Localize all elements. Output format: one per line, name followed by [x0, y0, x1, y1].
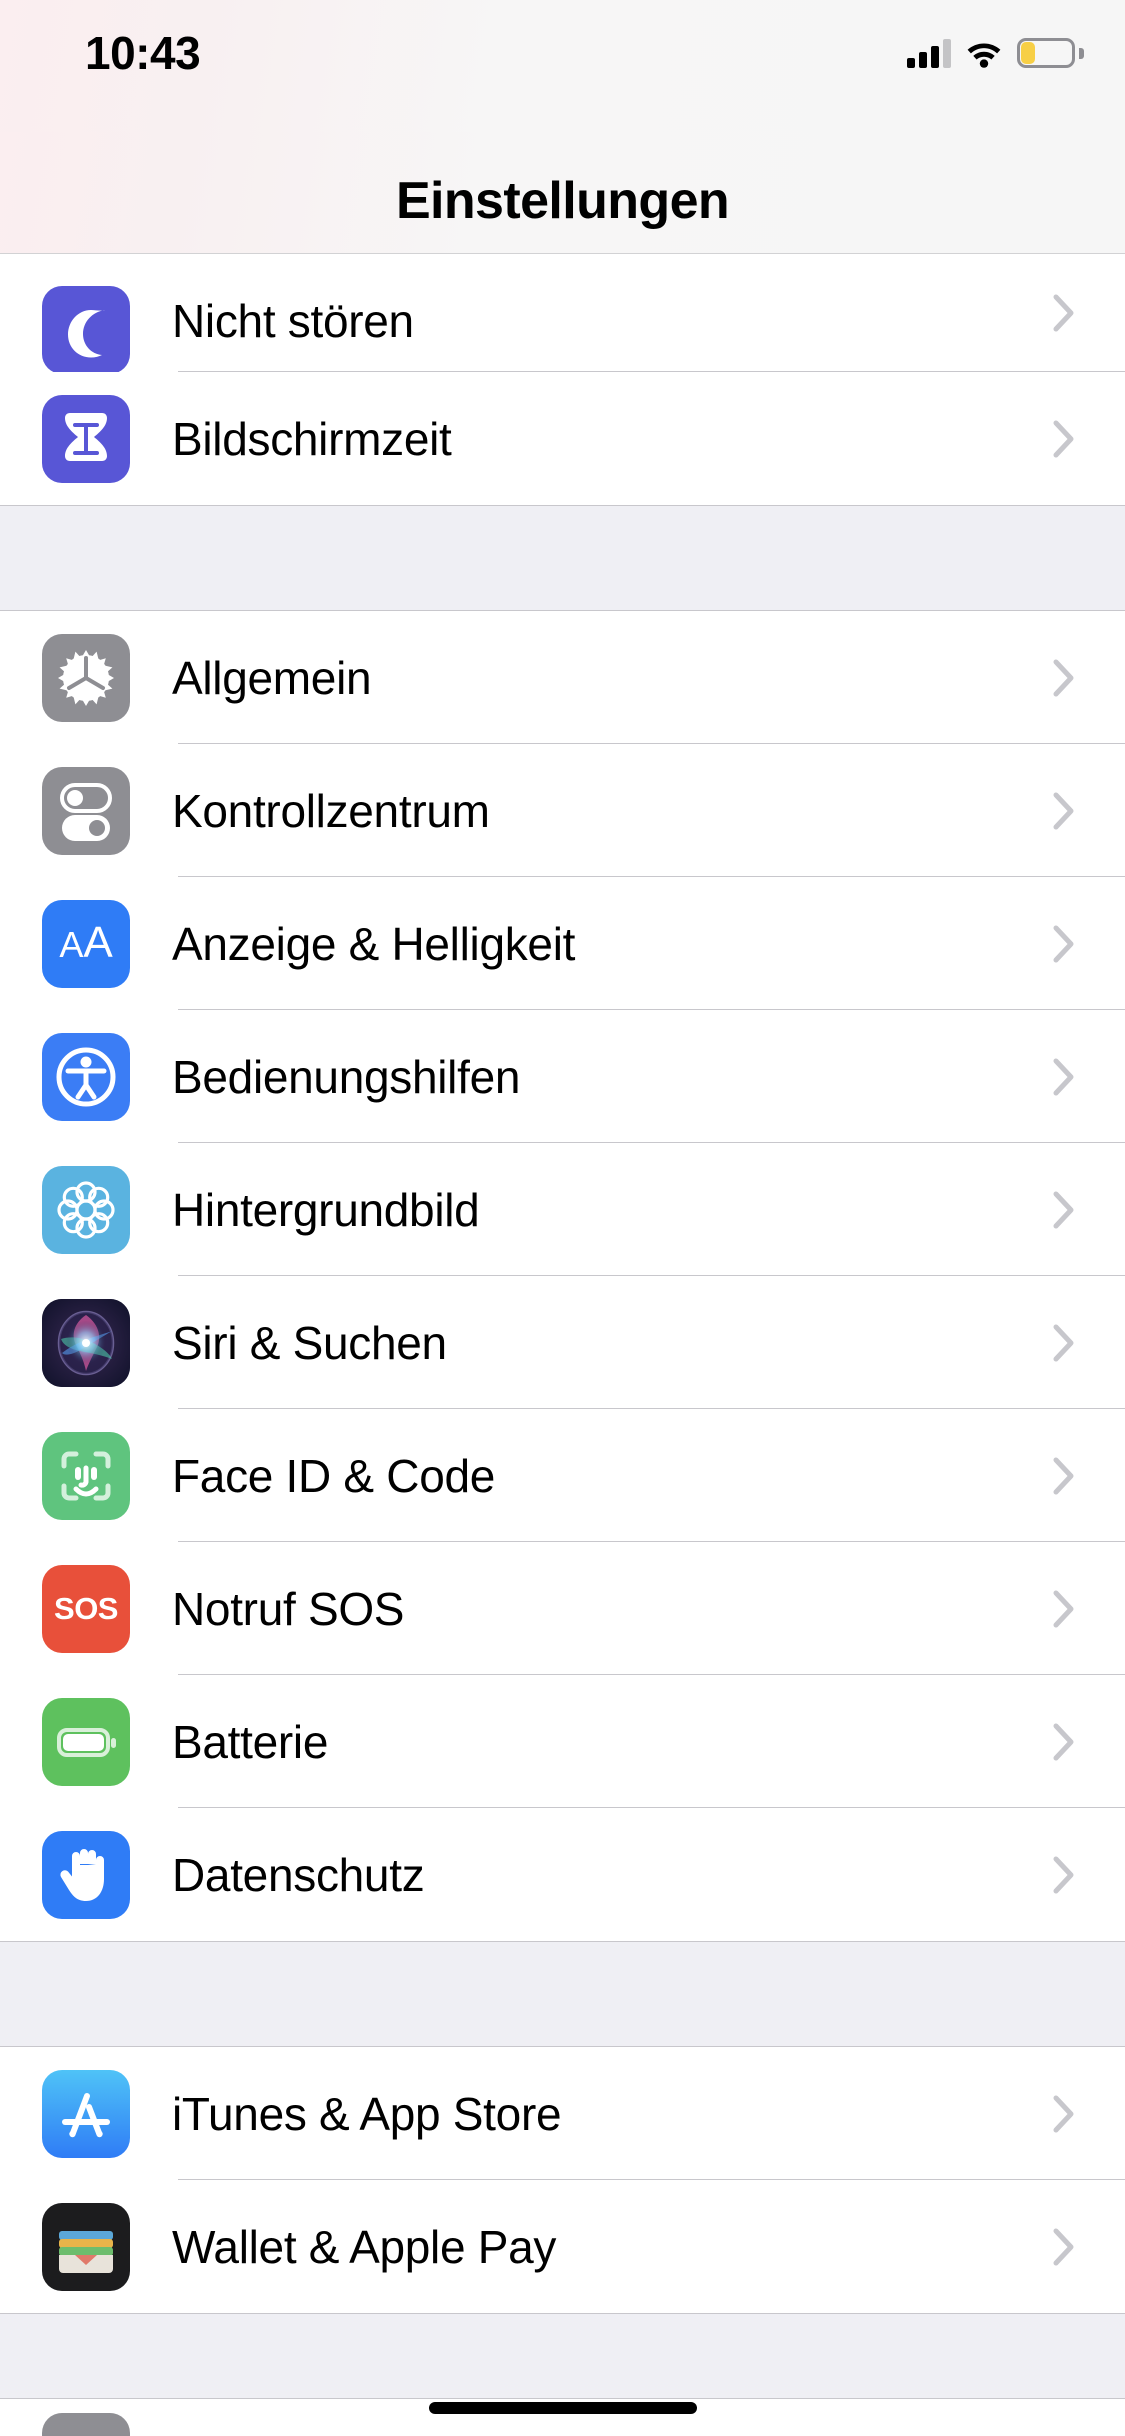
settings-row-label: Hintergrundbild	[172, 1183, 479, 1237]
settings-row-label: Bedienungshilfen	[172, 1050, 520, 1104]
navigation-bar: Einstellungen	[0, 132, 1125, 254]
status-bar: 10:43	[0, 0, 1125, 132]
settings-row-label: Allgemein	[172, 651, 371, 705]
settings-row-label: Nicht stören	[172, 294, 414, 348]
page-title: Einstellungen	[396, 171, 729, 253]
chevron-right-icon	[1053, 2094, 1075, 2134]
settings-row-label: Anzeige & Helligkeit	[172, 917, 575, 971]
settings-group-focus: Nicht stören Bildschirmzeit	[0, 254, 1125, 505]
chevron-right-icon	[1053, 1456, 1075, 1496]
chevron-right-icon	[1053, 293, 1075, 333]
settings-group-store: iTunes & App Store Wallet & Apple Pay	[0, 2047, 1125, 2313]
status-bar-indicators	[907, 30, 1079, 76]
chevron-right-icon	[1053, 924, 1075, 964]
settings-row-label: Notruf SOS	[172, 1582, 404, 1636]
chevron-right-icon	[1053, 1057, 1075, 1097]
gear-icon	[42, 634, 130, 722]
wifi-icon	[965, 38, 1003, 68]
settings-row-label: Face ID & Code	[172, 1449, 495, 1503]
chevron-right-icon	[1053, 791, 1075, 831]
chevron-right-icon	[1053, 2227, 1075, 2267]
accessibility-icon	[42, 1033, 130, 1121]
settings-group-system: Allgemein Kontrollzentrum	[0, 611, 1125, 1941]
flower-wallpaper-icon	[42, 1166, 130, 1254]
section-gap	[0, 505, 1125, 611]
siri-orb-icon	[42, 1299, 130, 1387]
settings-row-label: Siri & Suchen	[172, 1316, 447, 1370]
app-store-icon	[42, 2070, 130, 2158]
chevron-right-icon	[1053, 1589, 1075, 1629]
settings-row-accessibility[interactable]: Bedienungshilfen	[0, 1010, 1125, 1143]
settings-row-label: iTunes & App Store	[172, 2087, 561, 2141]
battery-green-icon	[42, 1698, 130, 1786]
settings-row-privacy[interactable]: Datenschutz	[0, 1808, 1125, 1941]
battery-icon	[1017, 38, 1079, 68]
settings-row-do-not-disturb[interactable]: Nicht stören	[0, 254, 1125, 372]
chevron-right-icon	[1053, 419, 1075, 459]
settings-row-general[interactable]: Allgemein	[0, 611, 1125, 744]
chevron-right-icon	[1053, 1190, 1075, 1230]
aa-text-icon: AA	[42, 900, 130, 988]
sos-icon: SOS	[42, 1565, 130, 1653]
home-indicator-bar[interactable]	[429, 2402, 697, 2414]
hourglass-icon	[42, 395, 130, 483]
cellular-signal-icon	[907, 38, 951, 68]
section-gap	[0, 1941, 1125, 2047]
settings-row-control-center[interactable]: Kontrollzentrum	[0, 744, 1125, 877]
chevron-right-icon	[1053, 1855, 1075, 1895]
settings-row-screen-time[interactable]: Bildschirmzeit	[0, 372, 1125, 505]
hand-icon	[42, 1831, 130, 1919]
settings-row-label: Kontrollzentrum	[172, 784, 490, 838]
chevron-right-icon	[1053, 658, 1075, 698]
face-id-icon	[42, 1432, 130, 1520]
settings-list[interactable]: Nicht stören Bildschirmzeit	[0, 254, 1125, 2436]
moon-icon	[42, 286, 130, 374]
settings-row-label: Wallet & Apple Pay	[172, 2220, 556, 2274]
settings-row-siri-search[interactable]: Siri & Suchen	[0, 1276, 1125, 1409]
svg-text:AA: AA	[59, 918, 113, 967]
sos-icon-text: SOS	[54, 1593, 118, 1624]
settings-row-emergency-sos[interactable]: SOS Notruf SOS	[0, 1542, 1125, 1675]
settings-row-display-brightness[interactable]: AA Anzeige & Helligkeit	[0, 877, 1125, 1010]
settings-row-label: Datenschutz	[172, 1848, 424, 1902]
settings-row-label: Batterie	[172, 1715, 328, 1769]
toggles-icon	[42, 767, 130, 855]
chevron-right-icon	[1053, 1323, 1075, 1363]
settings-row-wallpaper[interactable]: Hintergrundbild	[0, 1143, 1125, 1276]
wallet-icon	[42, 2203, 130, 2291]
chevron-right-icon	[1053, 1722, 1075, 1762]
settings-row-face-id[interactable]: Face ID & Code	[0, 1409, 1125, 1542]
settings-row-label: Bildschirmzeit	[172, 412, 452, 466]
settings-row-wallet-apple-pay[interactable]: Wallet & Apple Pay	[0, 2180, 1125, 2313]
status-bar-time: 10:43	[85, 28, 200, 78]
settings-row-battery[interactable]: Batterie	[0, 1675, 1125, 1808]
gear-icon	[42, 2413, 130, 2436]
settings-row-itunes-app-store[interactable]: iTunes & App Store	[0, 2047, 1125, 2180]
